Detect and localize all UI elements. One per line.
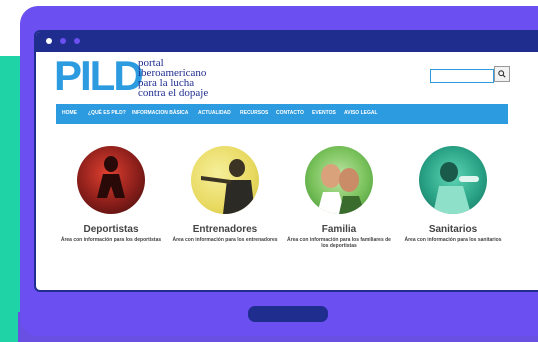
category-title[interactable]: Deportistas [56,224,166,235]
category-title[interactable]: Sanitarios [398,224,508,235]
nav-item-informacion-basica[interactable]: INFORMACION BÁSICA [132,110,188,116]
nav-item-actualidad[interactable]: ACTUALIDAD [198,110,231,116]
laptop-handle-bar [248,308,328,322]
nav-item-recursos[interactable]: RECURSOS [240,110,268,116]
category-title[interactable]: Entrenadores [170,224,280,235]
window-dot [60,38,66,44]
nav-item-que-es-pild[interactable]: ¿QUÉ ES PILD? [88,110,126,116]
category-title[interactable]: Familia [284,224,394,235]
nav-item-eventos[interactable]: EVENTOS [312,110,336,116]
nav-item-aviso-legal[interactable]: AVISO LEGAL [344,110,378,116]
search-icon [498,70,506,78]
browser-titlebar [36,32,538,52]
category-description: Área con información para los sanitarios [404,237,502,243]
search-input[interactable] [430,69,494,83]
category-description: Área con información para los familiares… [287,237,391,249]
site-tagline: portal iberoamericano para la lucha cont… [138,58,209,99]
window-dot [46,38,52,44]
entrenadores-image[interactable] [191,146,259,214]
browser-window: PILD portal iberoamericano para la lucha… [34,30,538,292]
category-entrenadores[interactable]: Entrenadores Área con información para l… [170,146,280,243]
deportistas-image[interactable] [77,146,145,214]
nav-item-contacto[interactable]: CONTACTO [276,110,304,116]
family-silhouette [317,164,365,214]
tagline-line: contra el dopaje [138,87,209,99]
familia-image[interactable] [305,146,373,214]
site-logo[interactable]: PILD [54,54,144,98]
category-sanitarios[interactable]: Sanitarios Área con información para los… [398,146,508,243]
nav-item-home[interactable]: HOME [62,110,77,116]
category-description: Área con información para los deportista… [60,237,162,243]
category-description: Área con información para los entrenador… [172,237,278,243]
category-familia[interactable]: Familia Área con información para los fa… [284,146,394,249]
search-box [430,66,510,84]
window-dot [74,38,80,44]
search-button[interactable] [494,66,510,82]
category-deportistas[interactable]: Deportistas Área con información para lo… [56,146,166,243]
site-header: PILD portal iberoamericano para la lucha… [36,52,538,102]
runner-silhouette [97,156,125,198]
main-nav: HOME ¿QUÉ ES PILD? INFORMACION BÁSICA AC… [56,104,508,124]
coach-silhouette [201,159,255,214]
sanitarios-image[interactable] [419,146,487,214]
medical-silhouette [433,162,479,214]
